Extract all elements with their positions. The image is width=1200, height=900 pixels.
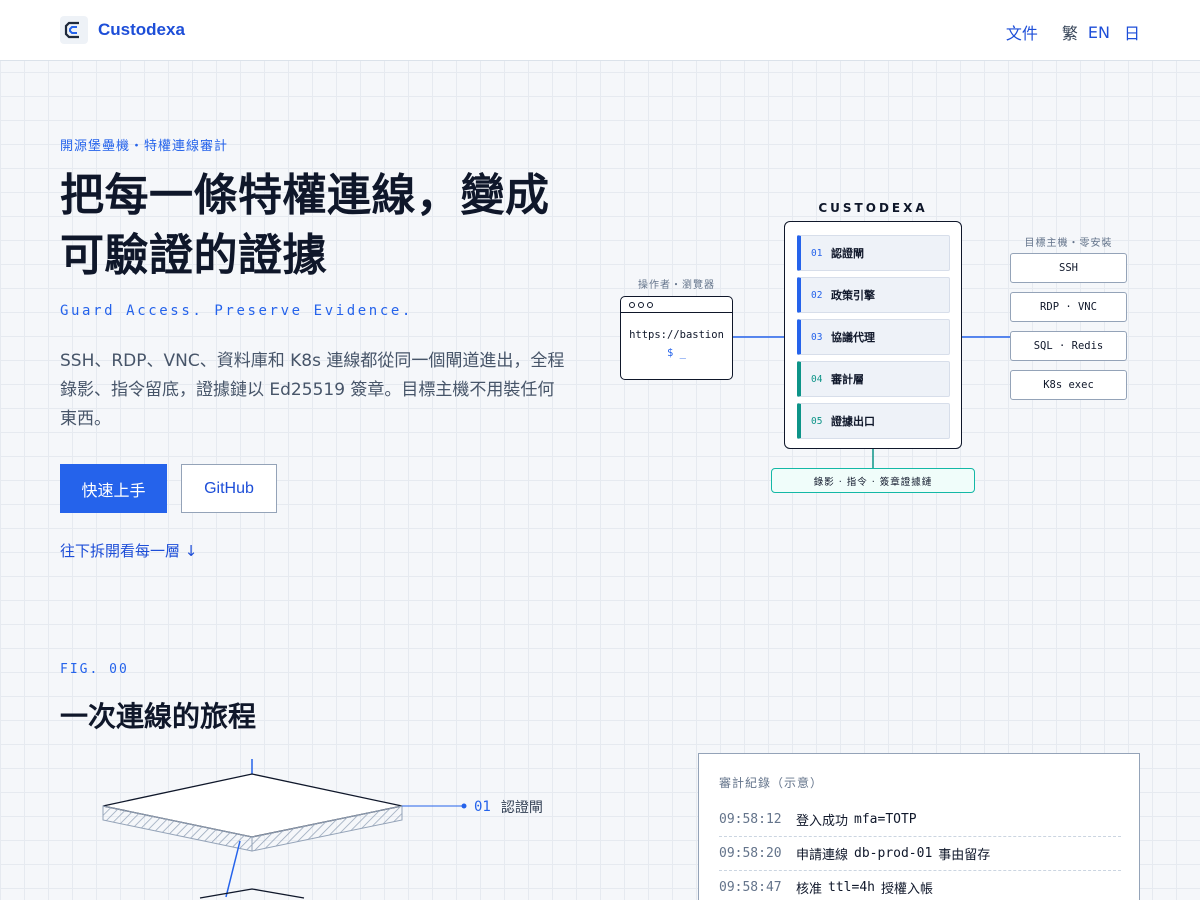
log-value: db-prod-01 — [854, 846, 933, 861]
github-button[interactable]: GitHub — [181, 464, 277, 513]
target-ssh: SSH — [1010, 253, 1127, 283]
window-dot-icon — [638, 301, 644, 308]
architecture-diagram: CUSTODEXA 01 認證閘 02 政策引擎 03 協議代理 04 審計層 … — [610, 190, 1150, 510]
figure-label: FIG. 00 — [60, 662, 129, 677]
target-k8s-exec: K8s exec — [1010, 370, 1127, 400]
layer-number: 05 — [811, 415, 823, 427]
targets-label: 目標主機・零安裝 — [1024, 238, 1113, 249]
layer-name: 審計層 — [831, 373, 864, 386]
hero-headline: 把每一條特權連線，變成可驗證的證據 — [60, 170, 550, 281]
log-value: ttl=4h — [828, 880, 875, 895]
callout-number: 01 — [474, 799, 491, 815]
log-event: 申請連線 — [796, 848, 849, 863]
brand-name: Custodexa — [98, 20, 185, 39]
callout-text: 認證閘 — [500, 800, 543, 816]
layer-name: 證據出口 — [831, 415, 875, 428]
nav-docs-link[interactable]: 文件 — [1006, 20, 1038, 44]
log-time: 09:58:47 — [719, 880, 782, 895]
operator-browser-window: https://bastion $ _ — [620, 296, 733, 380]
layer-callout: 01 認證閘 — [474, 797, 543, 817]
log-time: 09:58:12 — [719, 812, 782, 827]
log-event: 登入成功 — [796, 814, 849, 829]
top-navigation-bar: Custodexa 文件 繁 EN 日 — [0, 0, 1200, 61]
layer-number: 02 — [811, 289, 823, 301]
window-dot-icon — [647, 301, 653, 308]
layer-policy-engine: 02 政策引擎 — [797, 277, 950, 313]
lang-zh-tw-link[interactable]: 繁 — [1062, 20, 1078, 44]
diagram-title: CUSTODEXA — [818, 201, 928, 215]
layer-evidence-export: 05 證據出口 — [797, 403, 950, 439]
operator-label: 操作者・瀏覽器 — [638, 280, 715, 291]
browser-titlebar — [621, 297, 732, 313]
audit-log-title: 審計紀錄（示意） — [719, 776, 824, 790]
hero-description: SSH、RDP、VNC、資料庫和 K8s 連線都從同一個閘道進出，全程錄影、指令… — [60, 351, 565, 429]
scroll-down-link[interactable]: 往下拆開看每一層 ↓ — [60, 540, 197, 561]
brand[interactable]: Custodexa — [60, 16, 185, 44]
evidence-chain-box: 錄影 · 指令 · 簽章證據鏈 — [771, 468, 975, 493]
lang-en-link[interactable]: EN — [1088, 23, 1110, 42]
layer-name: 政策引擎 — [831, 289, 875, 302]
layer-number: 03 — [811, 331, 823, 343]
gateway-core: 01 認證閘 02 政策引擎 03 協議代理 04 審計層 05 證據出口 — [784, 221, 962, 449]
layer-auth-gate: 01 認證閘 — [797, 235, 950, 271]
log-note: 授權入帳 — [880, 882, 933, 897]
log-event: 核准 — [796, 882, 823, 897]
audit-log-row: 09:58:12 登入成功 mfa=TOTP — [719, 803, 1121, 837]
layer-name: 認證閘 — [831, 247, 864, 260]
layer-audit: 04 審計層 — [797, 361, 950, 397]
journey-title: 一次連線的旅程 — [60, 700, 257, 733]
isometric-layer-illustration — [102, 759, 467, 899]
layer-number: 04 — [811, 373, 823, 385]
log-note: 事由留存 — [938, 848, 991, 863]
lang-ja-link[interactable]: 日 — [1124, 20, 1140, 44]
operator-url: https://bastion — [629, 329, 724, 341]
layer-protocol-proxy: 03 協議代理 — [797, 319, 950, 355]
log-value: mfa=TOTP — [854, 812, 917, 827]
log-time: 09:58:20 — [719, 846, 782, 861]
top-nav: 文件 繁 EN 日 — [1006, 20, 1140, 44]
operator-prompt: $ _ — [667, 347, 686, 359]
hero-tagline: Guard Access. Preserve Evidence. — [60, 303, 413, 319]
audit-log-panel: 審計紀錄（示意） 09:58:12 登入成功 mfa=TOTP 09:58:20… — [698, 753, 1140, 900]
layer-name: 協議代理 — [831, 331, 875, 344]
window-dot-icon — [629, 301, 635, 308]
hero-eyebrow: 開源堡壘機・特權連線審計 — [60, 139, 229, 154]
target-rdp-vnc: RDP · VNC — [1010, 292, 1127, 322]
audit-log-row: 09:58:47 核准 ttl=4h 授權入帳 — [719, 871, 1121, 900]
target-sql-redis: SQL · Redis — [1010, 331, 1127, 361]
custodexa-logo-icon — [60, 16, 88, 44]
quick-start-button[interactable]: 快速上手 — [60, 464, 167, 513]
audit-log-row: 09:58:20 申請連線 db-prod-01 事由留存 — [719, 837, 1121, 871]
layer-number: 01 — [811, 247, 823, 259]
